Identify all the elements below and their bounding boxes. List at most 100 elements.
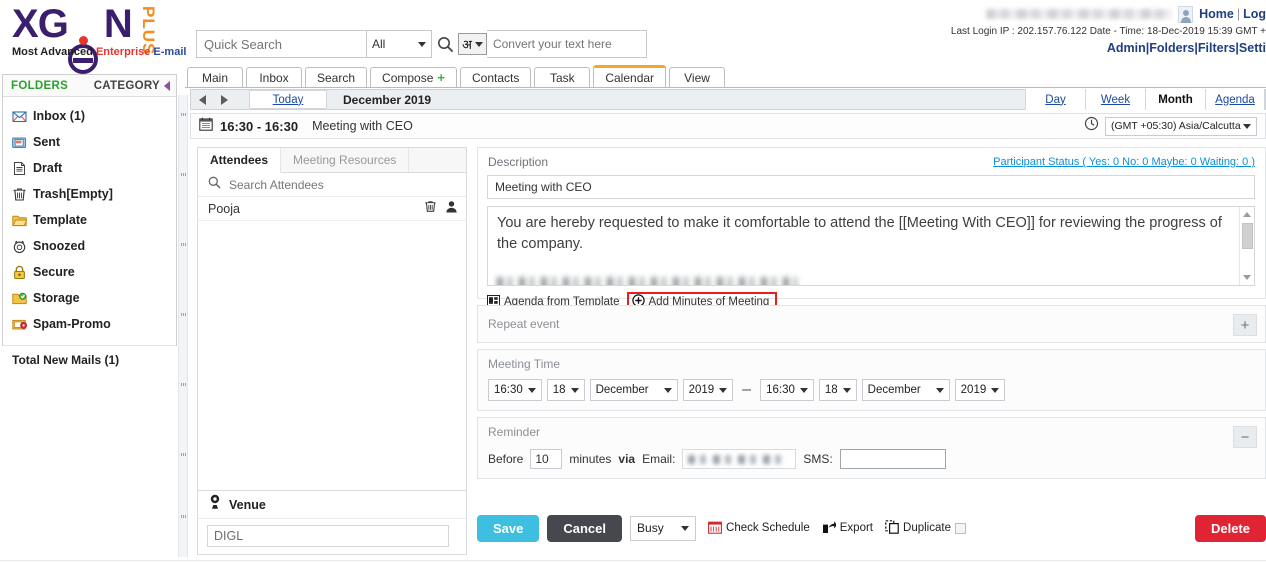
folder-list: Inbox (1) Sent Draft Trash[Empty] Templa… <box>3 97 176 337</box>
filters-link[interactable]: Filters <box>1198 41 1236 55</box>
folders-heading: FOLDERS <box>11 79 69 92</box>
description-scrollbar[interactable] <box>1239 207 1254 285</box>
reminder-before-label: Before <box>488 452 524 466</box>
plus-icon: + <box>437 70 445 85</box>
start-day-select[interactable]: 18 <box>546 379 585 401</box>
end-time-select[interactable]: 16:30 <box>760 379 814 401</box>
next-month-button[interactable] <box>213 90 235 109</box>
sent-folder-icon <box>12 135 27 150</box>
avatar[interactable] <box>1178 5 1194 23</box>
sidebar-item-template[interactable]: Template <box>3 207 176 233</box>
view-month[interactable]: Month <box>1145 89 1205 110</box>
sidebar-item-storage[interactable]: Storage <box>3 285 176 311</box>
reminder-section: Reminder − Before minutes via Email: SMS… <box>477 417 1266 479</box>
export-button[interactable]: Export <box>822 520 873 537</box>
tab-compose[interactable]: Compose + <box>370 67 457 87</box>
participant-status-link[interactable]: Participant Status ( Yes: 0 No: 0 Maybe:… <box>993 156 1255 168</box>
header-primary-links: Home | Log <box>1199 7 1266 21</box>
tab-attendees[interactable]: Attendees <box>198 148 282 173</box>
venue-input[interactable] <box>207 525 449 547</box>
attendee-row[interactable]: Pooja <box>198 197 466 221</box>
description-body[interactable]: You are hereby requested to make it comf… <box>487 206 1255 286</box>
tab-view[interactable]: View <box>669 67 726 87</box>
repeat-event-expand-button[interactable]: + <box>1233 314 1257 336</box>
prev-month-button[interactable] <box>191 90 213 109</box>
search-icon[interactable] <box>432 30 458 58</box>
tagline-part1: Most Advanced <box>12 46 96 58</box>
sidebar-item-draft[interactable]: Draft <box>3 155 176 181</box>
venue-header: Venue <box>198 491 466 519</box>
calendar-icon <box>199 117 213 136</box>
transliterate-input[interactable] <box>486 30 647 58</box>
end-year-select[interactable]: 2019 <box>954 379 1006 401</box>
duplicate-button[interactable]: Duplicate <box>885 519 966 537</box>
search-attendees-input[interactable] <box>227 176 427 193</box>
main-tabbar: Main Inbox Search Compose + Contacts Tas… <box>185 65 1266 88</box>
reminder-minutes-input[interactable] <box>530 449 563 469</box>
check-schedule-button[interactable]: Check Schedule <box>708 520 810 537</box>
availability-select[interactable]: Busy <box>630 515 697 541</box>
tab-label: Calendar <box>605 70 655 85</box>
save-button[interactable]: Save <box>477 514 540 542</box>
account-email-masked <box>986 9 1173 19</box>
sidebar-item-trash[interactable]: Trash[Empty] <box>3 181 176 207</box>
view-week[interactable]: Week <box>1085 89 1145 110</box>
sidebar-item-sent[interactable]: Sent <box>3 129 176 155</box>
tab-task[interactable]: Task <box>534 67 591 87</box>
scroll-down-icon[interactable] <box>1243 275 1251 280</box>
tab-meeting-resources[interactable]: Meeting Resources <box>281 148 410 172</box>
calendar-toolbar: Today December 2019 Day Week Month Agend… <box>190 89 1266 110</box>
reminder-email-input[interactable] <box>682 449 797 469</box>
start-year-select[interactable]: 2019 <box>682 379 734 401</box>
panel-splitter[interactable] <box>178 95 188 557</box>
settings-link[interactable]: Setti <box>1239 41 1266 55</box>
trash-icon[interactable] <box>424 200 437 218</box>
cancel-button[interactable]: Cancel <box>547 514 623 542</box>
scrollbar-thumb[interactable] <box>1242 223 1253 249</box>
scroll-up-icon[interactable] <box>1243 212 1251 217</box>
attendee-name: Pooja <box>208 201 240 216</box>
search-scope-select[interactable]: All <box>366 30 432 58</box>
home-link[interactable]: Home <box>1199 7 1234 21</box>
view-agenda[interactable]: Agenda <box>1205 89 1265 110</box>
language-toggle[interactable]: अ <box>458 33 487 55</box>
today-button[interactable]: Today <box>249 90 327 109</box>
end-time-value: 16:30 <box>766 384 795 396</box>
start-month-select[interactable]: December <box>589 379 678 401</box>
sidebar-item-snoozed[interactable]: Snoozed <box>3 233 176 259</box>
tab-label: Task <box>550 70 575 85</box>
collapse-left-icon[interactable] <box>164 80 170 91</box>
spam-folder-icon <box>12 317 28 332</box>
attendees-panel: Attendees Meeting Resources Pooja <box>197 147 467 494</box>
start-day-value: 18 <box>552 384 566 396</box>
logout-link[interactable]: Log <box>1243 7 1266 21</box>
admin-link[interactable]: Admin <box>1107 41 1146 55</box>
duplicate-icon <box>885 519 899 537</box>
delete-button[interactable]: Delete <box>1194 514 1266 542</box>
event-subject-input[interactable] <box>487 175 1255 199</box>
category-heading[interactable]: CATEGORY <box>94 80 160 92</box>
sidebar-item-secure[interactable]: Secure <box>3 259 176 285</box>
search-input[interactable] <box>196 30 366 58</box>
sidebar-item-label: Spam-Promo <box>33 317 111 331</box>
end-day-select[interactable]: 18 <box>818 379 857 401</box>
sidebar-item-inbox[interactable]: Inbox (1) <box>3 103 176 129</box>
start-time-select[interactable]: 16:30 <box>488 379 542 401</box>
tab-inbox[interactable]: Inbox <box>246 67 302 87</box>
view-day[interactable]: Day <box>1025 89 1085 110</box>
attendees-search-row <box>198 173 466 197</box>
tab-calendar[interactable]: Calendar <box>593 65 667 87</box>
timezone-select[interactable]: (GMT +05:30) Asia/Calcutta <box>1105 116 1257 136</box>
reminder-sms-label: SMS: <box>803 452 833 466</box>
duplicate-checkbox[interactable] <box>954 522 966 534</box>
reminder-collapse-button[interactable]: − <box>1233 426 1257 448</box>
xgen-plus-logo[interactable]: XG N PLUS Most Advanced Enterprise E-mail <box>8 2 188 74</box>
tab-search[interactable]: Search <box>305 67 368 87</box>
sidebar-item-spam-promo[interactable]: Spam-Promo <box>3 311 176 337</box>
folders-link[interactable]: Folders <box>1149 41 1194 55</box>
user-icon[interactable] <box>445 200 458 218</box>
reminder-sms-input[interactable] <box>839 449 946 469</box>
end-month-select[interactable]: December <box>861 379 950 401</box>
tab-contacts[interactable]: Contacts <box>459 67 532 87</box>
tab-main[interactable]: Main <box>187 67 243 87</box>
